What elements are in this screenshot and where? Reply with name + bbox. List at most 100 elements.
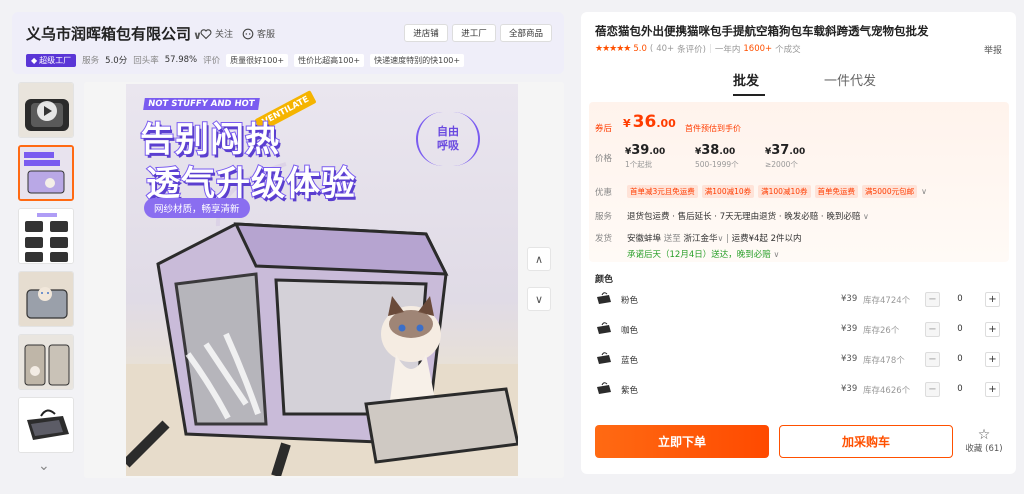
follow-button[interactable]: 关注	[200, 27, 233, 40]
chevron-down-icon[interactable]: ⌄	[38, 458, 50, 474]
increase-button[interactable]: +	[985, 322, 1000, 337]
chevron-down-icon[interactable]: ∨	[863, 212, 869, 221]
thumbnail-image[interactable]	[18, 271, 74, 327]
promo-tag[interactable]: 首单减3元且免运费	[627, 185, 698, 198]
image-subtitle: 网纱材质，畅享清新	[144, 198, 250, 218]
favorite-button[interactable]: ☆ 收藏 (61)	[959, 428, 1009, 454]
thumbnail-image[interactable]	[18, 208, 74, 264]
variant-name: 蓝色	[621, 356, 639, 366]
service-score: 5.0分	[105, 56, 128, 66]
ship-promise-row[interactable]: 承诺后天（12月4日）送达，晚到必赔 ∨	[627, 248, 779, 260]
variant-thumbnail[interactable]	[595, 291, 613, 307]
thumbnail-video[interactable]	[18, 82, 74, 138]
review-suffix[interactable]: 条评价)	[677, 43, 706, 55]
tier-qty: 1个起批	[625, 160, 653, 169]
variant-thumbnail[interactable]	[595, 351, 613, 367]
review-tag: 质量很好100+	[226, 53, 289, 67]
variant-thumbnail[interactable]	[595, 381, 613, 397]
promo-tag[interactable]: 满100减10券	[758, 185, 811, 198]
quantity-input[interactable]: 0	[953, 324, 967, 334]
add-to-cart-button[interactable]: 加采购车	[779, 425, 953, 458]
promo-tag[interactable]: 首单免运费	[814, 185, 858, 198]
tab-dropship[interactable]: 一件代发	[824, 70, 876, 89]
increase-button[interactable]: +	[985, 292, 1000, 307]
variant-price: ¥39	[841, 354, 858, 364]
review-count[interactable]: 40+	[656, 44, 674, 54]
thumbnail-list	[18, 82, 76, 460]
chevron-up-icon: ∧	[534, 252, 544, 266]
increase-button[interactable]: +	[985, 382, 1000, 397]
price-tier: ¥37.00 ≥2000个	[765, 143, 805, 170]
coupon-label: 券后	[595, 124, 613, 134]
chevron-down-icon[interactable]: ∨	[717, 234, 723, 243]
star-icon: ★★★★★	[595, 44, 631, 54]
product-title: 蓓恋猫包外出便携猫咪包手提航空箱狗包车载斜跨透气宠物包批发	[595, 24, 929, 38]
variant-price: ¥39	[841, 324, 858, 334]
follow-label: 关注	[215, 30, 234, 40]
price-tier: ¥38.00 500-1999个	[695, 143, 739, 170]
quantity-input[interactable]: 0	[953, 354, 967, 364]
shop-name[interactable]: 义乌市润晖箱包有限公司 ∨	[26, 23, 202, 44]
decrease-button[interactable]: −	[925, 292, 940, 307]
enter-shop-button[interactable]: 进店铺	[404, 24, 448, 42]
review-tag: 快递速度特别的快100+	[370, 53, 465, 67]
variant-row: 咖色 ¥39 库存26个 − 0 +	[595, 319, 1001, 341]
service-score-label: 服务	[82, 56, 100, 66]
ship-from: 安徽蚌埠	[627, 234, 662, 244]
ship-time: 2件以内	[770, 234, 802, 244]
ship-fee: 运费¥4起	[731, 234, 768, 244]
ship-to-word: 送至	[663, 234, 681, 244]
image-top-text: NOT STUFFY AND HOT	[143, 98, 260, 110]
product-photo: NOT STUFFY AND HOT VENTILATE 告别闷热 透气升级体验…	[126, 84, 518, 476]
sales-count: 1600+	[743, 44, 773, 54]
promo-tag[interactable]: 满5000元包邮	[862, 185, 918, 198]
image-prev-button[interactable]: ∧	[527, 247, 551, 271]
increase-button[interactable]: +	[985, 352, 1000, 367]
tier-qty: 500-1999个	[695, 160, 739, 169]
promo-label: 优惠	[595, 188, 613, 198]
shop-name-text[interactable]: 义乌市润晖箱包有限公司	[26, 25, 191, 43]
coupon-note: 首件预估到手价	[685, 124, 741, 133]
variant-row: 紫色 ¥39 库存4626个 − 0 +	[595, 379, 1001, 401]
ship-to-select[interactable]: 浙江金华	[683, 234, 717, 244]
thumbnail-image[interactable]	[18, 334, 74, 390]
enter-factory-button[interactable]: 进工厂	[452, 24, 496, 42]
chevron-down-icon[interactable]: ∨	[773, 250, 779, 259]
divider: |	[708, 44, 712, 54]
promo-tag[interactable]: 满100减10券	[701, 185, 755, 198]
price-box: 券后 ¥36.00 首件预估到手价 价格 ¥39.00 1个起批 ¥38.00 …	[589, 102, 1009, 262]
variant-thumbnail[interactable]	[595, 321, 613, 337]
decrease-button[interactable]: −	[925, 382, 940, 397]
all-products-button[interactable]: 全部商品	[500, 24, 552, 42]
quantity-input[interactable]: 0	[953, 294, 967, 304]
price-int: 36	[632, 112, 657, 132]
review-tag: 性价比超高100+	[294, 53, 365, 67]
price-dec: .00	[719, 147, 736, 157]
thumbnail-image[interactable]	[18, 397, 74, 453]
bubble-line: 自由	[437, 125, 459, 138]
buy-now-button[interactable]: 立即下单	[595, 425, 769, 458]
price-dec: .00	[789, 147, 806, 157]
quantity-input[interactable]: 0	[953, 384, 967, 394]
sales-prefix: 一年内	[714, 45, 741, 55]
decrease-button[interactable]: −	[925, 352, 940, 367]
service-row[interactable]: 退货包运费 · 售后延长 · 7天无理由退货 · 晚发必赔 · 晚到必赔 ∨	[627, 210, 869, 222]
service-label: 服务	[595, 212, 613, 222]
return-rate-label: 回头率	[133, 56, 159, 66]
variant-row: 粉色 ¥39 库存4724个 − 0 +	[595, 289, 1001, 311]
report-link[interactable]: 举报	[984, 43, 1002, 56]
service-label: 客服	[257, 30, 276, 40]
thumbnail-image[interactable]	[18, 145, 74, 201]
promo-row[interactable]: 首单减3元且免运费 满100减10券 满100减10券 首单免运费 满5000元…	[627, 185, 927, 198]
tab-wholesale[interactable]: 批发	[733, 70, 759, 89]
variant-name: 紫色	[621, 386, 639, 396]
customer-service-button[interactable]: 客服	[242, 27, 275, 40]
coupon-price: ¥36.00	[623, 112, 676, 132]
shop-header: 义乌市润晖箱包有限公司 ∨ 关注 客服 进店铺 进工厂 全部商品 ◆ 超级工厂 服…	[12, 12, 564, 74]
badge-text: 超级工厂	[39, 55, 72, 65]
chevron-down-icon[interactable]: ∨	[921, 187, 927, 196]
image-next-button[interactable]: ∨	[527, 287, 551, 311]
decrease-button[interactable]: −	[925, 322, 940, 337]
service-text: 退货包运费 · 售后延长 · 7天无理由退货 · 晚发必赔 · 晚到必赔	[627, 212, 861, 222]
review-label: 评价	[203, 56, 221, 66]
